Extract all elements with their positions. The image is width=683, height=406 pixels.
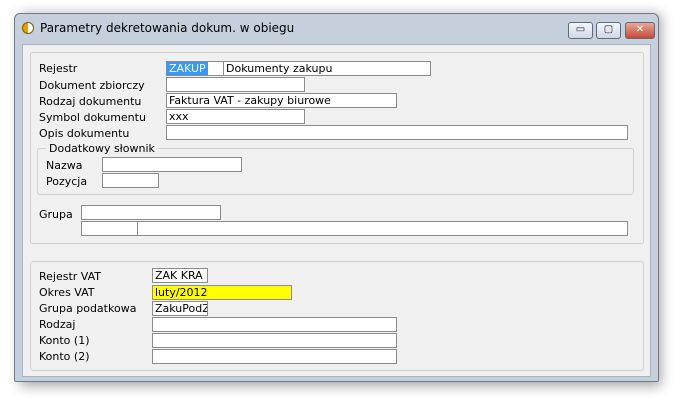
grupa-description-field[interactable] <box>137 221 628 236</box>
rejestr-name-field[interactable]: Dokumenty zakupu <box>223 61 431 76</box>
rodzaj-field[interactable] <box>152 317 397 332</box>
nazwa-field[interactable] <box>102 157 242 172</box>
pozycja-label: Pozycja <box>46 175 88 188</box>
rejestr-vat-label: Rejestr VAT <box>39 270 102 283</box>
nazwa-label: Nazwa <box>46 159 83 172</box>
pozycja-field[interactable] <box>102 173 159 188</box>
rejestr-vat-field[interactable]: ZAK KRA <box>152 268 208 283</box>
window-title: Parametry dekretowania dokum. w obiegu <box>40 21 295 35</box>
close-button[interactable]: ✕ <box>625 22 655 39</box>
rodzaj-label: Rodzaj <box>39 318 76 331</box>
grupa-podatkowa-field[interactable]: ZakuPodZ <box>152 301 208 316</box>
dokument-zbiorczy-field[interactable] <box>166 77 305 92</box>
rodzaj-dokumentu-label: Rodzaj dokumentu <box>39 95 142 108</box>
grupa-code-field[interactable] <box>81 221 138 236</box>
maximize-button[interactable]: ▢ <box>596 22 621 39</box>
grupa-field[interactable] <box>81 205 221 220</box>
rodzaj-dokumentu-field[interactable]: Faktura VAT - zakupy biurowe <box>166 93 397 108</box>
minimize-button[interactable]: ▭ <box>568 22 593 39</box>
dialog-window: Parametry dekretowania dokum. w obiegu ▭… <box>14 13 659 382</box>
rejestr-code-selected: ZAKUP <box>167 62 208 75</box>
title-bar[interactable]: Parametry dekretowania dokum. w obiegu ▭… <box>15 14 658 44</box>
okres-vat-field[interactable]: luty/2012 <box>152 285 292 300</box>
dialog-client-area: Rejestr ZAKUP Dokumenty zakupu Dokument … <box>22 44 651 377</box>
rejestr-label: Rejestr <box>39 62 78 75</box>
dokument-zbiorczy-label: Dokument zbiorczy <box>39 79 145 92</box>
konto2-label: Konto (2) <box>39 350 90 363</box>
konto2-field[interactable] <box>152 349 397 364</box>
symbol-dokumentu-field[interactable]: xxx <box>166 109 305 124</box>
opis-dokumentu-field[interactable] <box>166 125 628 140</box>
opis-dokumentu-label: Opis dokumentu <box>39 127 130 140</box>
app-icon <box>22 22 34 34</box>
dodatkowy-slownik-legend: Dodatkowy słownik <box>46 142 158 155</box>
grupa-label: Grupa <box>39 208 73 221</box>
rejestr-code-field[interactable]: ZAKUP <box>166 61 224 76</box>
okres-vat-label: Okres VAT <box>39 286 95 299</box>
symbol-dokumentu-label: Symbol dokumentu <box>39 111 146 124</box>
konto1-field[interactable] <box>152 333 397 348</box>
konto1-label: Konto (1) <box>39 334 90 347</box>
grupa-podatkowa-label: Grupa podatkowa <box>39 302 137 315</box>
